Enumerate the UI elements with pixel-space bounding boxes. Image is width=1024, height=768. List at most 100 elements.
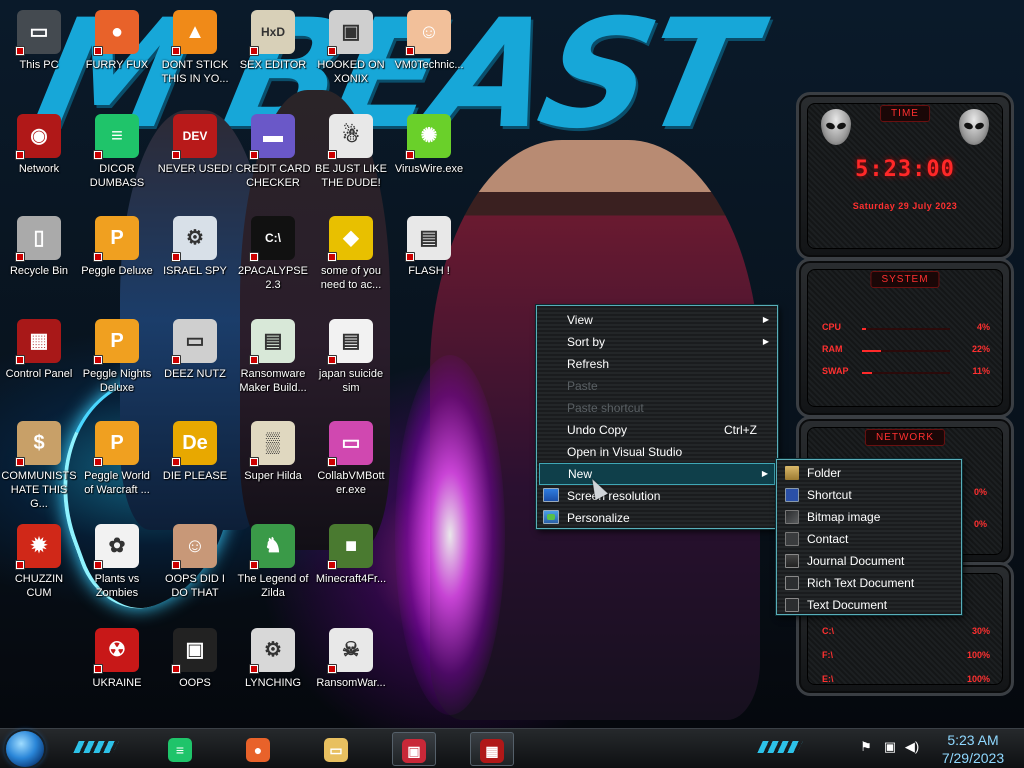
system-row-value: 11% xyxy=(972,366,990,376)
desktop-icon[interactable]: ▤ FLASH ! xyxy=(390,210,468,310)
firefox-icon: ● xyxy=(93,10,139,56)
system-gadget-panel xyxy=(807,269,1003,407)
desktop-icon[interactable]: ✹ CHUZZIN CUM xyxy=(0,518,78,618)
menu-item-label: Shortcut xyxy=(807,488,852,502)
desktop-icon[interactable]: ☃ BE JUST LIKE THE DUDE! xyxy=(312,108,390,208)
taskbar-button[interactable]: ▦ xyxy=(470,732,514,766)
document-icon: ▤ xyxy=(327,319,373,365)
taskbar-button[interactable]: ▭ xyxy=(314,732,358,766)
desktop-icon[interactable]: ▦ Control Panel xyxy=(0,313,78,413)
desktop-icon[interactable]: ◆ some of you need to ac... xyxy=(312,210,390,310)
desktop-icon-label: Super Hilda xyxy=(244,470,302,482)
app-window-icon: ▤ xyxy=(249,319,295,365)
taskbar-clock[interactable]: 5:23 AM 7/29/2023 xyxy=(928,731,1018,767)
shortcut-arrow-icon xyxy=(405,252,415,262)
desktop-icon[interactable]: $ COMMUNISTS HATE THIS G... xyxy=(0,415,78,515)
desktop-icon-label: UKRAINE xyxy=(92,677,142,689)
desktop-icon[interactable]: De DIE PLEASE xyxy=(156,415,234,515)
xonix-game-icon: ▣ xyxy=(327,10,373,56)
desktop-icon[interactable]: ☠ RansomWar... xyxy=(312,622,390,722)
control-panel-icon: ▦ xyxy=(480,739,504,763)
desktop-icon-label: BE JUST LIKE THE DUDE! xyxy=(315,163,387,189)
desktop-icon[interactable]: ⚙ LYNCHING xyxy=(234,622,312,722)
desktop-icon[interactable]: ✿ Plants vs Zombies xyxy=(78,518,156,618)
shortcut-arrow-icon xyxy=(327,252,337,262)
taskbar-button[interactable]: ≡ xyxy=(158,732,202,766)
desktop-icon[interactable]: ♞ The Legend of Zilda xyxy=(234,518,312,618)
new-menu-item-journal-document[interactable]: Journal Document xyxy=(779,550,959,572)
drive-row: E:\ 100% xyxy=(822,674,990,688)
desktop-icon[interactable]: ≡ DICOR DUMBASS xyxy=(78,108,156,208)
start-button[interactable] xyxy=(6,731,44,767)
desktop-icon[interactable]: C:\ 2PACALYPSE 2.3 xyxy=(234,210,312,310)
menu-item-new[interactable]: New ▶ xyxy=(539,463,775,485)
new-menu-item-contact[interactable]: Contact xyxy=(779,528,959,550)
shortcut-arrow-icon xyxy=(327,46,337,56)
menu-item-label: Text Document xyxy=(807,598,888,612)
menu-item-label: Undo Copy xyxy=(567,423,628,437)
desktop-icon[interactable]: ▣ HOOKED ON XONIX xyxy=(312,4,390,104)
desktop-icon[interactable]: ▭ DEEZ NUTZ xyxy=(156,313,234,413)
text-document-icon xyxy=(785,598,799,612)
desktop-icon[interactable]: ▯ Recycle Bin xyxy=(0,210,78,310)
desktop-icon[interactable]: ▒ Super Hilda xyxy=(234,415,312,515)
system-gadget[interactable]: SYSTEM xyxy=(796,258,1014,418)
menu-item-refresh[interactable]: Refresh xyxy=(539,353,775,375)
desktop-icon[interactable]: ☺ OOPS DID I DO THAT xyxy=(156,518,234,618)
menu-item-view[interactable]: View ▶ xyxy=(539,309,775,331)
shortcut-arrow-icon xyxy=(171,46,181,56)
menu-item-screen-resolution[interactable]: Screen resolution xyxy=(539,485,775,507)
desktop-icon[interactable]: ▤ Ransomware Maker Build... xyxy=(234,313,312,413)
menu-item-label: Open in Visual Studio xyxy=(567,445,683,459)
shortcut-arrow-icon xyxy=(249,252,259,262)
desktop-icon[interactable]: P Peggle Nights Deluxe xyxy=(78,313,156,413)
shortcut-arrow-icon xyxy=(15,457,25,467)
menu-item-personalize[interactable]: Personalize xyxy=(539,507,775,529)
shortcut-arrow-icon xyxy=(249,560,259,570)
clock-gadget[interactable]: TIME 5:23:00 Saturday 29 July 2023 xyxy=(796,92,1014,260)
new-menu-item-text-document[interactable]: Text Document xyxy=(779,594,959,616)
desktop-icon[interactable]: ▭ CollabVMBott er.exe xyxy=(312,415,390,515)
new-menu-item-rich-text-document[interactable]: Rich Text Document xyxy=(779,572,959,594)
desktop-icon[interactable]: ▬ CREDIT CARD CHECKER xyxy=(234,108,312,208)
desktop-icon[interactable]: ✺ VirusWire.exe xyxy=(390,108,468,208)
system-meter xyxy=(862,328,950,330)
new-submenu: Folder Shortcut Bitmap image Contact Journal… xyxy=(776,459,962,615)
drive-usage: 100% xyxy=(966,650,990,660)
desktop-icon[interactable]: HxD SEX EDITOR xyxy=(234,4,312,104)
new-menu-item-folder[interactable]: Folder xyxy=(779,462,959,484)
desktop-icon[interactable]: ■ Minecraft4Fr... xyxy=(312,518,390,618)
desktop-icon[interactable]: ⚙ ISRAEL SPY xyxy=(156,210,234,310)
desktop-icon[interactable]: P Peggle World of Warcraft ... xyxy=(78,415,156,515)
desktop-icon[interactable]: DEV NEVER USED! xyxy=(156,108,234,208)
new-menu-item-shortcut[interactable]: Shortcut xyxy=(779,484,959,506)
desktop-icon[interactable]: P Peggle Deluxe xyxy=(78,210,156,310)
volume-icon[interactable]: ◀) xyxy=(904,739,920,755)
desktop-icon[interactable]: ☺ VM0Technic... xyxy=(390,4,468,104)
drive-row: C:\ 30% xyxy=(822,626,990,640)
desktop-icon[interactable]: ▤ japan suicide sim xyxy=(312,313,390,413)
menu-item-sort-by[interactable]: Sort by ▶ xyxy=(539,331,775,353)
menu-item-open-in-visual-studio[interactable]: Open in Visual Studio xyxy=(539,441,775,463)
taskbar-button[interactable]: ● xyxy=(236,732,280,766)
shortcut-arrow-icon xyxy=(15,150,25,160)
taskbar-button[interactable]: ▣ xyxy=(392,732,436,766)
desktop-icon[interactable]: ▲ DONT STICK THIS IN YO... xyxy=(156,4,234,104)
shortcut-arrow-icon xyxy=(249,46,259,56)
desktop-icon-label: FLASH ! xyxy=(408,265,450,277)
flag-icon[interactable]: ⚑ xyxy=(858,739,874,755)
menu-item-undo-copy[interactable]: Undo Copy Ctrl+Z xyxy=(539,419,775,441)
network-globe-icon: ◉ xyxy=(15,114,61,160)
credit-card-icon: ▬ xyxy=(249,114,295,160)
desktop-icon[interactable]: ☢ UKRAINE xyxy=(78,622,156,722)
desktop-icon[interactable]: ▭ This PC xyxy=(0,4,78,104)
desktop-icon[interactable]: ◉ Network xyxy=(0,108,78,208)
desktop-icon-label: Control Panel xyxy=(5,368,73,380)
desktop-icon[interactable]: ▣ OOPS xyxy=(156,622,234,722)
security-alert-icon[interactable]: ▣ xyxy=(882,739,898,755)
desktop-icon-label: Peggle Nights Deluxe xyxy=(82,368,152,394)
new-menu-item-bitmap-image[interactable]: Bitmap image xyxy=(779,506,959,528)
shortcut-arrow-icon xyxy=(93,664,103,674)
desktop-icon[interactable]: ● FURRY FUX xyxy=(78,4,156,104)
shortcut-arrow-icon xyxy=(171,355,181,365)
